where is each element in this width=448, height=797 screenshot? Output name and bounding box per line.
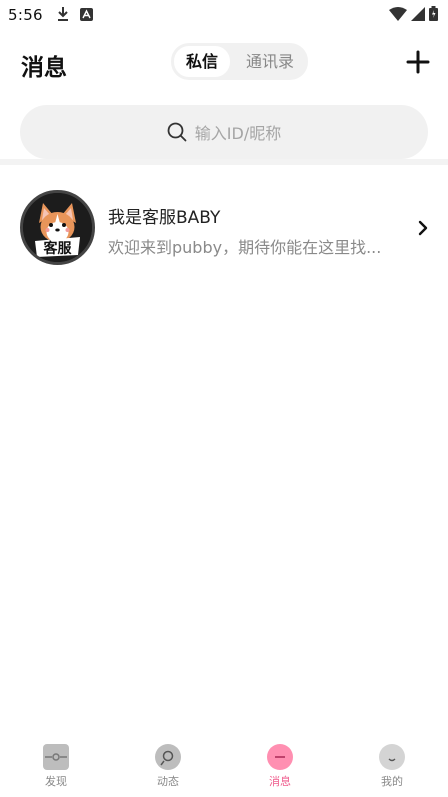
plus-icon[interactable] bbox=[406, 50, 430, 74]
header: 消息 私信 通讯录 bbox=[0, 40, 448, 84]
divider bbox=[0, 159, 448, 165]
message-icon bbox=[267, 744, 293, 770]
nav-label-moments: 动态 bbox=[157, 775, 179, 788]
signal-icon bbox=[411, 6, 425, 21]
profile-icon bbox=[379, 744, 405, 770]
message-tabs: 私信 通讯录 bbox=[171, 43, 308, 80]
nav-label-discover: 发现 bbox=[45, 775, 67, 788]
nav-item-profile[interactable]: 我的 bbox=[357, 744, 427, 792]
discover-icon bbox=[43, 744, 69, 770]
avatar: 客服 bbox=[20, 190, 95, 265]
app-notification-icon bbox=[80, 7, 93, 21]
battery-icon bbox=[429, 6, 438, 21]
tab-contacts[interactable]: 通讯录 bbox=[237, 46, 303, 77]
search-placeholder: 输入ID/昵称 bbox=[194, 124, 282, 143]
page-title: 消息 bbox=[21, 55, 67, 81]
status-time: 5:56 bbox=[8, 6, 43, 24]
tab-private-messages[interactable]: 私信 bbox=[174, 46, 230, 77]
corgi-avatar-icon: 客服 bbox=[23, 193, 92, 262]
nav-item-messages[interactable]: 消息 bbox=[245, 744, 315, 792]
download-icon bbox=[58, 7, 68, 21]
nav-item-discover[interactable]: 发现 bbox=[21, 744, 91, 792]
nav-label-profile: 我的 bbox=[381, 775, 403, 788]
conversation-item[interactable]: 客服 我是客服BABY 欢迎来到pubby，期待你能在这里找... bbox=[0, 182, 448, 274]
status-bar: 5:56 bbox=[0, 0, 448, 30]
wifi-icon bbox=[389, 6, 407, 21]
search-input[interactable]: 输入ID/昵称 bbox=[20, 105, 428, 159]
chevron-right-icon bbox=[418, 220, 428, 236]
search-icon bbox=[167, 122, 187, 142]
moments-icon bbox=[155, 744, 181, 770]
conversation-preview: 欢迎来到pubby，期待你能在这里找... bbox=[108, 238, 382, 257]
conversation-name: 我是客服BABY bbox=[108, 208, 221, 228]
avatar-text: 客服 bbox=[43, 240, 73, 257]
nav-item-moments[interactable]: 动态 bbox=[133, 744, 203, 792]
nav-label-messages: 消息 bbox=[269, 775, 291, 788]
bottom-nav: 发现 动态 消息 我的 bbox=[0, 736, 448, 797]
